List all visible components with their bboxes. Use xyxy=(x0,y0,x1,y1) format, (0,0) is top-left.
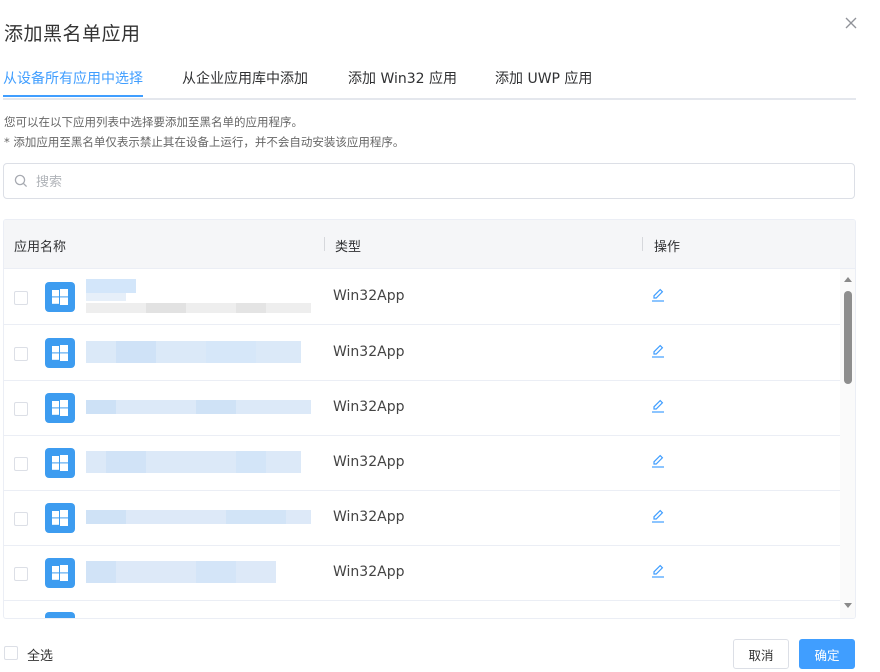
edit-icon[interactable] xyxy=(650,453,666,469)
search-input[interactable] xyxy=(34,170,838,194)
column-divider xyxy=(324,237,325,251)
table-row[interactable]: Win32App xyxy=(4,435,840,491)
edit-icon[interactable] xyxy=(650,563,666,579)
app-table: 应用名称 类型 操作 Win32App Win32App Win32App Wi… xyxy=(3,219,856,619)
table-row[interactable]: Win32App xyxy=(4,269,840,325)
app-type: Win32App xyxy=(333,399,405,415)
table-header: 应用名称 类型 操作 xyxy=(4,220,855,269)
row-checkbox[interactable] xyxy=(14,512,28,526)
table-row[interactable]: Win32App xyxy=(4,325,840,381)
row-checkbox[interactable] xyxy=(14,291,28,305)
hint-text: 您可以在以下应用列表中选择要添加至黑名单的应用程序。 xyxy=(4,115,303,129)
select-all-label[interactable]: 全选 xyxy=(27,645,53,664)
tab-add-uwp-app[interactable]: 添加 UWP 应用 xyxy=(495,68,592,88)
scrollbar-thumb[interactable] xyxy=(844,291,852,384)
blurred-app-name xyxy=(86,451,311,473)
app-type: Win32App xyxy=(333,344,405,360)
tab-add-win32-app[interactable]: 添加 Win32 应用 xyxy=(348,68,457,88)
cancel-button[interactable]: 取消 xyxy=(733,639,789,669)
add-blacklist-app-dialog: 添加黑名单应用 从设备所有应用中选择 从企业应用库中添加 添加 Win32 应用… xyxy=(0,0,880,672)
blurred-app-name xyxy=(86,561,311,583)
scroll-up-arrow-icon[interactable] xyxy=(844,277,852,282)
row-checkbox[interactable] xyxy=(14,457,28,471)
blurred-app-name xyxy=(86,510,311,524)
tab-bar: 从设备所有应用中选择 从企业应用库中添加 添加 Win32 应用 添加 UWP … xyxy=(3,60,856,100)
column-divider xyxy=(642,237,643,251)
row-checkbox[interactable] xyxy=(14,347,28,361)
table-scrollbar[interactable] xyxy=(840,269,855,618)
active-tab-indicator xyxy=(3,95,143,97)
edit-icon[interactable] xyxy=(650,398,666,414)
app-type: Win32App xyxy=(333,509,405,525)
tab-select-from-device[interactable]: 从设备所有应用中选择 xyxy=(3,68,143,88)
column-header-app-name: 应用名称 xyxy=(14,240,67,255)
search-icon xyxy=(14,174,28,188)
tab-add-from-enterprise-library[interactable]: 从企业应用库中添加 xyxy=(182,68,308,88)
app-type: Win32App xyxy=(333,288,405,304)
search-box[interactable] xyxy=(3,163,855,199)
table-body[interactable]: Win32App Win32App Win32App Win32App Win3… xyxy=(4,269,840,618)
windows-logo-icon xyxy=(45,558,75,588)
windows-logo-icon xyxy=(45,503,75,533)
edit-icon[interactable] xyxy=(650,508,666,524)
windows-logo-icon xyxy=(45,393,75,423)
windows-logo-icon xyxy=(45,448,75,478)
scroll-down-arrow-icon[interactable] xyxy=(844,603,852,608)
confirm-button[interactable]: 确定 xyxy=(799,639,855,669)
windows-logo-icon xyxy=(45,338,75,368)
table-row[interactable]: Win32App xyxy=(4,545,840,601)
dialog-title: 添加黑名单应用 xyxy=(4,23,141,45)
row-checkbox[interactable] xyxy=(14,567,28,581)
windows-logo-icon xyxy=(45,282,75,312)
windows-logo-icon xyxy=(45,612,75,618)
table-row[interactable]: Win32App xyxy=(4,490,840,546)
table-row[interactable]: Win32App xyxy=(4,380,840,436)
app-type: Win32App xyxy=(333,454,405,470)
column-header-type: 类型 xyxy=(335,240,362,255)
row-checkbox[interactable] xyxy=(14,402,28,416)
blurred-app-name xyxy=(86,400,311,414)
close-icon[interactable] xyxy=(842,14,860,32)
app-type: Win32App xyxy=(333,564,405,580)
hint-note: * 添加应用至黑名单仅表示禁止其在设备上运行，并不会自动安装该应用程序。 xyxy=(4,135,405,149)
blurred-app-name xyxy=(86,341,311,363)
edit-icon[interactable] xyxy=(650,343,666,359)
table-row[interactable] xyxy=(4,600,840,618)
column-header-action: 操作 xyxy=(654,240,681,255)
edit-icon[interactable] xyxy=(650,287,666,303)
blurred-app-name xyxy=(86,279,311,315)
select-all-checkbox[interactable] xyxy=(4,646,18,660)
